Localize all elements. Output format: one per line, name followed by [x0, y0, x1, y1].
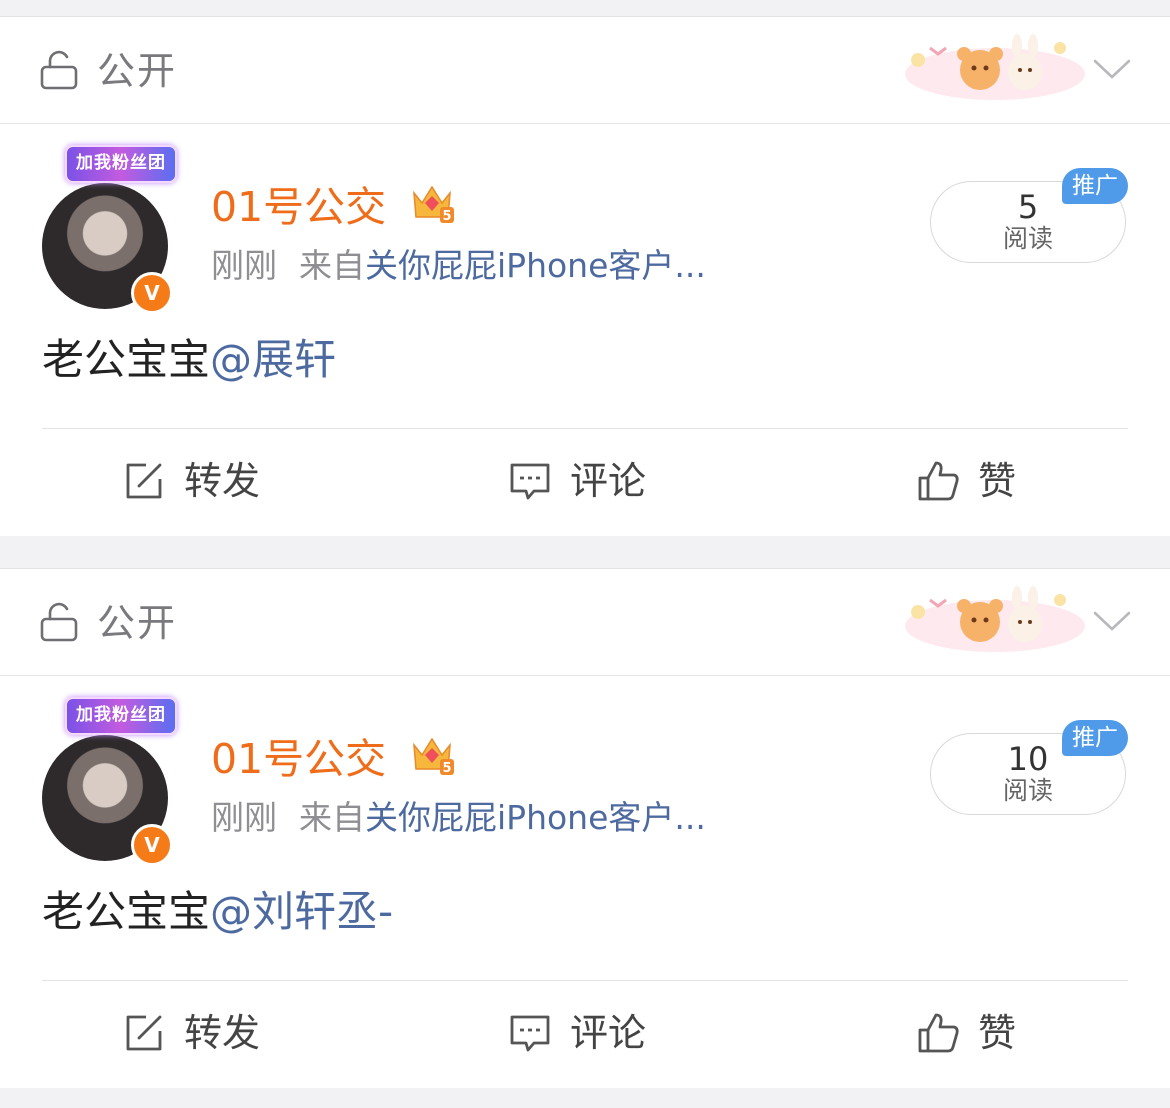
weibo-post: 公开 加我粉丝团 V 01号公交 5 刚刚 来自关你屁屁iPhone客户... …: [0, 568, 1170, 1088]
post-meta: 刚刚 来自关你屁屁iPhone客户...: [211, 243, 706, 289]
post-time: 刚刚: [211, 798, 277, 837]
thumbs-up-icon: [918, 1013, 959, 1053]
repost-label: 转发: [184, 459, 261, 503]
fan-club-badge[interactable]: 加我粉丝团: [65, 697, 177, 735]
avatar-group[interactable]: 加我粉丝团 V: [40, 145, 177, 314]
comment-button[interactable]: 评论: [508, 1005, 646, 1061]
repost-label: 转发: [184, 1011, 261, 1055]
crown-level: 5: [442, 761, 451, 776]
bear-bunny-sticker-icon: [905, 586, 1085, 652]
chevron-down-icon[interactable]: [1092, 56, 1132, 82]
promote-tag[interactable]: 推广: [1062, 720, 1128, 756]
mention-link[interactable]: @展轩: [210, 335, 336, 384]
avatar-group[interactable]: 加我粉丝团 V: [40, 697, 177, 866]
username[interactable]: 01号公交: [211, 734, 386, 784]
source-prefix: 来自: [299, 798, 365, 837]
like-button[interactable]: 赞: [916, 1005, 1016, 1061]
like-label: 赞: [978, 1011, 1017, 1055]
post-meta: 刚刚 来自关你屁屁iPhone客户...: [211, 795, 706, 841]
post-text: 老公宝宝@刘轩丞-: [42, 885, 393, 939]
username[interactable]: 01号公交: [211, 182, 386, 232]
repost-button[interactable]: 转发: [122, 453, 260, 509]
verified-badge: V: [131, 824, 173, 866]
visibility-bar[interactable]: 公开: [0, 16, 1170, 124]
fan-club-badge[interactable]: 加我粉丝团: [65, 145, 177, 183]
comment-label: 评论: [570, 459, 647, 503]
divider: [42, 428, 1128, 429]
read-label: 阅读: [1002, 224, 1053, 253]
crown-icon[interactable]: 5: [408, 731, 456, 779]
visibility-bar[interactable]: 公开: [0, 568, 1170, 676]
verified-badge: V: [131, 272, 173, 314]
bear-bunny-sticker-icon: [905, 34, 1085, 100]
crown-icon[interactable]: 5: [408, 179, 456, 227]
comment-button[interactable]: 评论: [508, 453, 646, 509]
mention-link[interactable]: @刘轩丞-: [210, 887, 393, 936]
thumbs-up-icon: [918, 461, 959, 501]
source-prefix: 来自: [299, 246, 365, 285]
post-body: 老公宝宝: [42, 887, 211, 936]
post-body: 老公宝宝: [42, 335, 211, 384]
visibility-label: 公开: [97, 49, 178, 93]
repost-button[interactable]: 转发: [122, 1005, 260, 1061]
divider: [42, 980, 1128, 981]
edit-share-icon: [126, 1015, 162, 1051]
like-button[interactable]: 赞: [916, 453, 1016, 509]
source-client-link[interactable]: 关你屁屁iPhone客户...: [365, 246, 706, 285]
chevron-down-icon[interactable]: [1092, 608, 1132, 634]
edit-share-icon: [126, 463, 162, 499]
crown-level: 5: [442, 209, 451, 224]
comment-bubble-icon: [510, 463, 550, 500]
post-time: 刚刚: [211, 246, 277, 285]
lock-open-icon: [40, 602, 78, 642]
comment-label: 评论: [570, 1011, 647, 1055]
promote-tag[interactable]: 推广: [1062, 168, 1128, 204]
lock-open-icon: [40, 50, 78, 90]
weibo-post: 公开 加我粉丝团 V 01号公交 5 刚刚 来自关你屁屁iPhone客户... …: [0, 16, 1170, 536]
like-label: 赞: [978, 459, 1017, 503]
visibility-label: 公开: [97, 601, 178, 645]
comment-bubble-icon: [510, 1015, 550, 1052]
source-client-link[interactable]: 关你屁屁iPhone客户...: [365, 798, 706, 837]
post-text: 老公宝宝@展轩: [42, 333, 336, 387]
read-label: 阅读: [1002, 776, 1053, 805]
